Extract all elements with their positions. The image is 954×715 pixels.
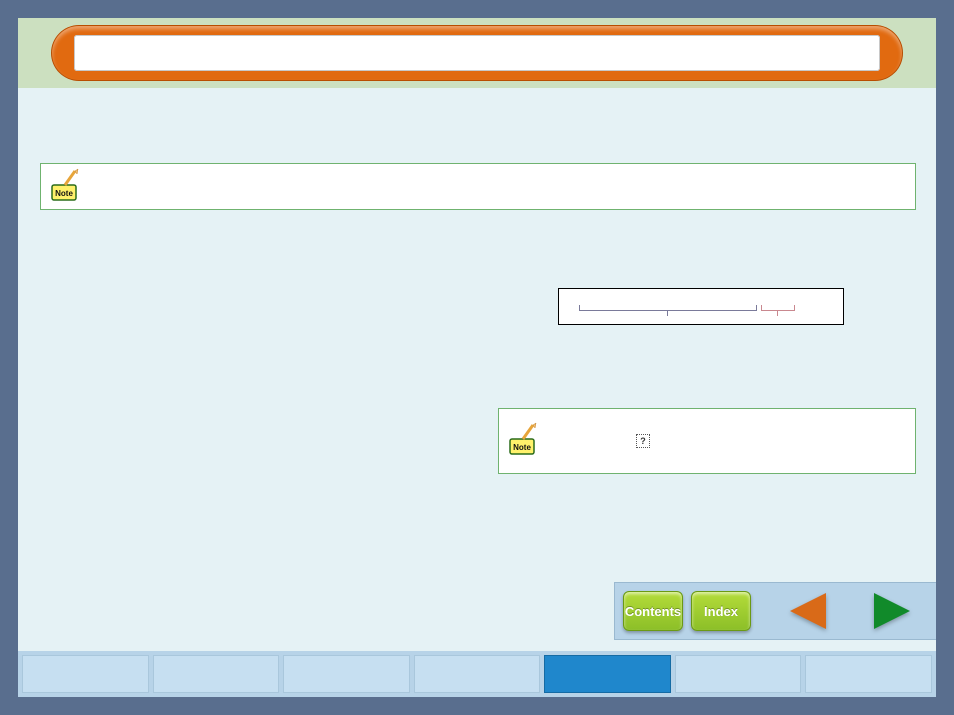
note-box-2: Note <box>498 408 916 474</box>
note-icon-label: Note <box>513 443 531 452</box>
bracket-right-tick <box>777 311 778 316</box>
prev-button[interactable] <box>781 591 835 631</box>
tab-1[interactable] <box>22 655 149 693</box>
arrow-right-icon <box>874 593 910 629</box>
note-box-1: Note <box>40 163 916 210</box>
tab-3[interactable] <box>283 655 410 693</box>
bottom-tabs <box>18 651 936 697</box>
bracket-right <box>761 305 795 311</box>
tab-7[interactable] <box>805 655 932 693</box>
bracket-left <box>579 305 757 311</box>
contents-button[interactable]: Contents <box>623 591 683 631</box>
bracket-left-tick <box>667 311 668 316</box>
index-button[interactable]: Index <box>691 591 751 631</box>
content-area: Note Note <box>18 88 936 648</box>
example-frame <box>558 288 844 325</box>
tab-2[interactable] <box>153 655 280 693</box>
tab-6[interactable] <box>675 655 802 693</box>
example-brackets <box>579 305 825 313</box>
next-button[interactable] <box>865 591 919 631</box>
arrow-left-icon <box>790 593 826 629</box>
tab-4[interactable] <box>414 655 541 693</box>
note-icon-label: Note <box>55 189 73 198</box>
tab-5[interactable] <box>544 655 671 693</box>
page: Note Note <box>18 18 936 697</box>
title-bar <box>52 26 902 80</box>
header-band <box>18 18 936 88</box>
help-marker[interactable]: ? <box>636 434 650 448</box>
nav-panel: Contents Index <box>614 582 936 640</box>
note-icon: Note <box>51 167 85 203</box>
title-text <box>74 35 880 71</box>
note-icon: Note <box>509 421 543 457</box>
